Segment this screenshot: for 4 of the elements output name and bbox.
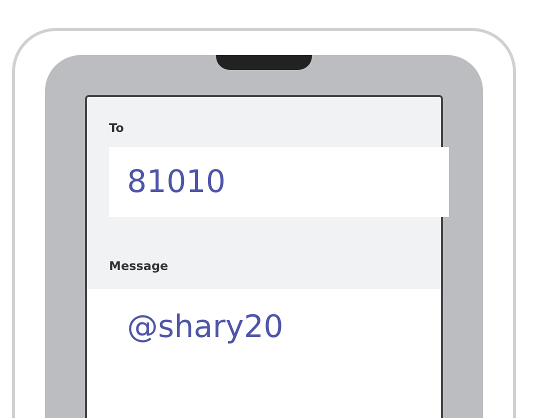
message-field[interactable]: @shary20 (87, 289, 441, 418)
field-label: To (109, 121, 124, 135)
field-label: Message (109, 259, 168, 273)
recipient-field[interactable]: 81010 (109, 147, 449, 217)
